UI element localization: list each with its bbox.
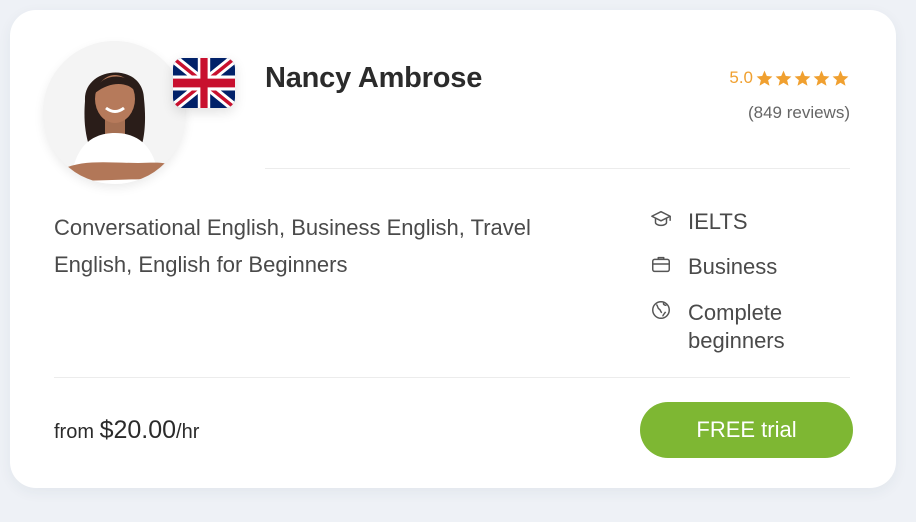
feature-beginners: Complete beginners xyxy=(650,299,818,355)
feature-label: Complete beginners xyxy=(688,300,785,353)
star-icon xyxy=(813,70,830,86)
tutor-name[interactable]: Nancy Ambrose xyxy=(265,62,482,95)
star-rating xyxy=(755,69,850,88)
divider xyxy=(54,377,850,378)
free-trial-button[interactable]: FREE trial xyxy=(640,402,853,458)
feature-label: Business xyxy=(688,254,778,279)
graduation-cap-icon xyxy=(650,208,672,230)
rating-value: 5.0 xyxy=(729,68,753,87)
tutor-card[interactable]: Nancy Ambrose 5.0 (849 reviews) Conversa… xyxy=(10,10,896,488)
subjects-text: Conversational English, Business English… xyxy=(54,215,531,277)
briefcase-icon xyxy=(650,253,672,275)
rating: 5.0 xyxy=(729,68,850,88)
review-count[interactable]: (849 reviews) xyxy=(748,103,850,123)
price-prefix: from xyxy=(54,421,100,443)
uk-flag-icon xyxy=(173,58,235,108)
price-unit: /hr xyxy=(176,421,200,443)
divider xyxy=(265,168,850,169)
feature-label: IELTS xyxy=(688,209,748,234)
price: from $20.00/hr xyxy=(54,416,199,445)
star-icon xyxy=(794,70,811,86)
price-amount: $20.00 xyxy=(99,416,177,444)
star-icon xyxy=(832,70,849,86)
star-icon xyxy=(756,70,773,86)
globe-icon xyxy=(650,299,672,321)
feature-business: Business xyxy=(650,253,818,281)
feature-ielts: IELTS xyxy=(650,208,818,236)
star-icon xyxy=(775,70,792,86)
tutor-avatar[interactable] xyxy=(43,41,186,184)
